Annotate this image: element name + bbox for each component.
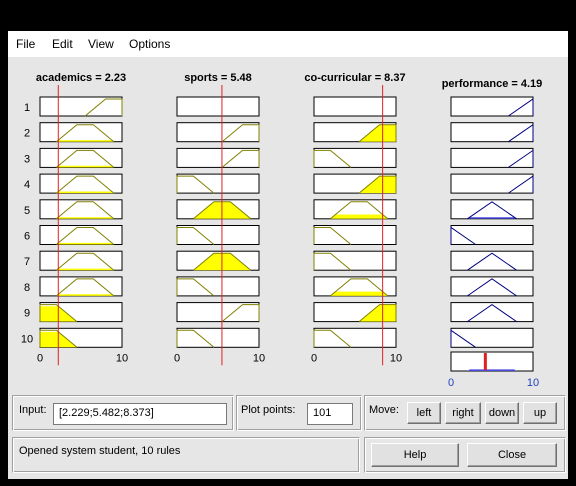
rule-plot-box (176, 276, 260, 297)
rule-number: 1 (24, 102, 30, 114)
axis-tick-min: 0 (174, 352, 180, 364)
rule-plot-box (176, 327, 260, 348)
rule-number: 10 (21, 333, 33, 345)
output-plot-box (450, 276, 534, 297)
output-plot-box (450, 302, 534, 323)
rule-plot-box (313, 96, 397, 117)
output-title: performance = 4.19 (442, 78, 543, 90)
output-plot-box (450, 96, 534, 117)
rule-plot-box (39, 96, 123, 117)
help-close-group: Help Close (364, 437, 566, 473)
input-label: Input: (19, 404, 47, 416)
rule-number: 9 (24, 308, 30, 320)
control-panel: Input: [2.229;5.482;8.373] Plot points: … (8, 391, 568, 479)
input-group: Input: [2.229;5.482;8.373] (12, 395, 234, 431)
rule-plot-box (313, 327, 397, 348)
output-plot-box (450, 327, 534, 348)
input-title-co-curricular: co-curricular = 8.37 (304, 72, 405, 84)
rule-plot-box (313, 147, 397, 168)
rule-plot-box (176, 225, 260, 245)
rule-plot-box (176, 173, 260, 194)
menu-file[interactable]: File (16, 37, 35, 51)
input-field[interactable]: [2.229;5.482;8.373] (53, 403, 227, 425)
plot-points-label: Plot points: (241, 404, 296, 416)
menu-edit[interactable]: Edit (52, 37, 73, 51)
rule-number: 7 (24, 256, 30, 268)
axis-tick-min: 0 (311, 352, 317, 364)
axis-tick-max: 10 (390, 352, 402, 364)
menu-bar: File Edit View Options (8, 31, 568, 57)
axis-tick-max: 10 (116, 352, 128, 364)
move-group: Move: left right down up (364, 395, 566, 431)
move-label: Move: (369, 404, 399, 416)
menu-view[interactable]: View (88, 37, 114, 51)
rule-plot-area: academics = 2.23 sports = 5.48 co-curricul… (8, 57, 568, 391)
output-plot-box (450, 147, 534, 168)
rule-number: 3 (24, 153, 30, 165)
input-title-sports: sports = 5.48 (184, 72, 252, 84)
status-text: Opened system student, 10 rules (19, 445, 181, 457)
menu-options[interactable]: Options (129, 37, 170, 51)
axis-tick-max: 10 (253, 352, 265, 364)
status-group: Opened system student, 10 rules (12, 437, 360, 473)
plot-points-field[interactable]: 101 (307, 403, 353, 425)
rule-number: 6 (24, 231, 30, 243)
output-plot-box (450, 122, 534, 143)
rule-number: 4 (24, 179, 30, 191)
output-plot-box (450, 250, 534, 271)
move-up-button[interactable]: up (523, 402, 557, 424)
input-title-academics: academics = 2.23 (36, 72, 126, 84)
aggregate-output-box (450, 351, 534, 372)
output-plot-box (450, 173, 534, 194)
rule-plot-box (176, 122, 260, 143)
move-right-button[interactable]: right (445, 402, 481, 424)
output-plot-box (450, 225, 534, 245)
rule-plot-box (176, 302, 260, 323)
rule-plot-box (313, 225, 397, 245)
rule-viewer-window: File Edit View Options academics = 2.23 s… (8, 31, 568, 479)
output-axis-tick-max: 10 (527, 377, 539, 389)
help-button[interactable]: Help (371, 443, 459, 467)
rule-plot-box (176, 147, 260, 168)
plot-points-group: Plot points: 101 (236, 395, 362, 431)
rule-number: 5 (24, 205, 30, 217)
rule-plot-box (313, 250, 397, 271)
axis-tick-min: 0 (37, 352, 43, 364)
rule-number: 8 (24, 282, 30, 294)
rule-plot-box (176, 96, 260, 117)
rule-number: 2 (24, 128, 30, 140)
output-axis-tick-min: 0 (448, 377, 454, 389)
move-down-button[interactable]: down (485, 402, 519, 424)
rule-plots: academics = 2.23 sports = 5.48 co-curricul… (21, 72, 543, 389)
output-plot-box (450, 199, 534, 220)
close-button[interactable]: Close (467, 443, 557, 467)
move-left-button[interactable]: left (407, 402, 441, 424)
